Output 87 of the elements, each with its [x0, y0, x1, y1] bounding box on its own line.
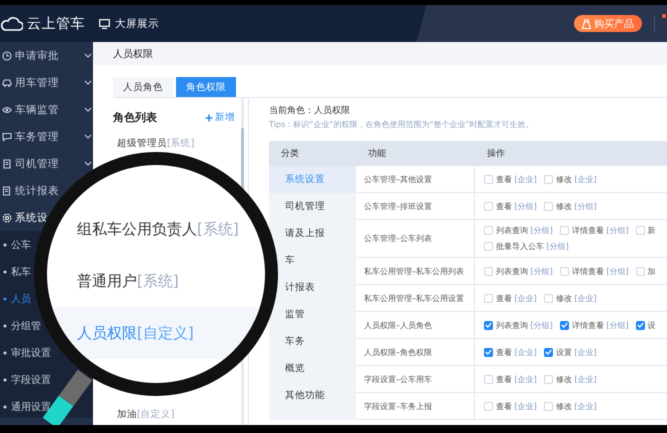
permission-label: 加 — [648, 266, 656, 276]
table-cell: 人员权限–角色权限 — [356, 339, 475, 365]
table-cell: 私车公用管理–私车公用设置 — [356, 285, 475, 311]
current-role: 当前角色：人员权限 — [269, 104, 351, 117]
dot-icon — [3, 350, 7, 354]
permission-label: 详情查看 [分组] — [572, 266, 629, 276]
sidebar-item[interactable]: 申请审批 — [0, 44, 92, 66]
bag-icon — [582, 18, 591, 28]
checkbox[interactable] — [484, 348, 493, 356]
column-header: 功能 — [367, 148, 387, 161]
checkbox[interactable] — [560, 320, 569, 330]
column-header: 操作 — [486, 148, 506, 161]
permission-label: 查看 [企业] — [496, 292, 537, 304]
sidebar-item[interactable]: 车辆监管 — [0, 98, 92, 120]
document-icon — [2, 186, 12, 196]
permission-label: 查看 [企业] — [496, 400, 537, 412]
eye-icon — [2, 104, 12, 114]
add-link[interactable]: 新增 — [205, 111, 235, 124]
role-item[interactable]: 普通用户[系统] — [47, 255, 265, 307]
permission-label: 列表查询 [分组] — [496, 266, 553, 276]
cloud-icon — [1, 16, 23, 32]
chat-icon — [2, 132, 12, 142]
permission-label: 列表查询 [分组] — [496, 320, 553, 330]
permission-label: 设 — [648, 320, 656, 330]
checkbox[interactable] — [544, 348, 553, 356]
table-cell: 人员权限–人员角色 — [356, 312, 475, 338]
permission-label: 修改 [企业] — [556, 374, 597, 384]
checkbox[interactable] — [636, 320, 645, 330]
dot-icon — [3, 378, 7, 382]
table-cell: 字段设置–公车用车 — [356, 366, 475, 392]
permission-label: 修改 [分组] — [556, 200, 597, 212]
permission-label: 新 — [648, 225, 656, 236]
checkbox[interactable] — [484, 320, 493, 330]
check-icon — [544, 349, 552, 355]
car-icon — [2, 78, 12, 88]
table-cell: 公车管理–其他设置 — [356, 166, 475, 192]
permission-label: 查看 [企业] — [496, 174, 537, 184]
permission-label: 修改 [企业] — [556, 174, 597, 184]
permission-label: 详情查看 [分组] — [572, 225, 629, 236]
permission-label: 批量导入公车 [分组] — [496, 241, 569, 252]
caret-icon — [84, 134, 92, 140]
table-cell: 私车公用管理–私车公用列表 — [356, 258, 475, 284]
dot-icon — [3, 296, 7, 300]
caret-icon — [84, 106, 92, 112]
permission-label: 修改 [企业] — [556, 292, 597, 304]
check-icon — [485, 349, 492, 355]
table-cell: 公车管理–排班设置 — [356, 193, 475, 219]
permission-label: 详情查看 [分组] — [572, 320, 629, 330]
sidebar-subitem[interactable]: 公车 — [0, 234, 31, 256]
caret-icon — [84, 160, 92, 166]
dot-icon — [3, 270, 7, 274]
logo-text: 云上管车 — [27, 14, 85, 32]
dot-icon — [3, 324, 7, 328]
permission-label: 修改 [企业] — [556, 400, 597, 412]
check-icon — [636, 322, 644, 328]
panel-title: 角色列表 — [113, 110, 157, 125]
table-cell: 公车管理–公车列表 — [356, 220, 475, 257]
clock-icon — [2, 50, 12, 60]
permission-label: 查看 [分组] — [496, 200, 537, 212]
sidebar-subitem[interactable]: 人员 — [0, 288, 31, 310]
role-item[interactable]: 加油[自定义] — [117, 408, 241, 421]
check-icon — [485, 322, 492, 328]
sidebar-item[interactable]: 车务管理 — [0, 126, 92, 148]
sidebar-subitem[interactable]: 私车 — [0, 260, 31, 282]
check-icon — [560, 322, 568, 328]
plus-icon — [205, 114, 213, 122]
breadcrumb: 人员权限 — [93, 42, 667, 65]
role-item[interactable]: 组私车公用负责人[系统] — [47, 203, 265, 255]
permission-label: 查看 [企业] — [496, 374, 537, 384]
permission-label: 查看 [企业] — [496, 346, 537, 358]
sidebar-subitem[interactable]: 通用设置 — [0, 396, 51, 418]
column-header: 分类 — [280, 148, 300, 161]
role-item[interactable]: 超级管理员[系统] — [117, 137, 241, 150]
caret-icon — [84, 80, 92, 86]
notification-dot — [662, 14, 666, 18]
permission-label: 设置 [企业] — [556, 346, 597, 358]
tab[interactable]: 人员角色 — [113, 77, 173, 97]
table-cell: 字段设置–车务上报 — [356, 393, 475, 419]
caret-icon — [84, 52, 92, 58]
screen-link[interactable]: 大屏展示 — [115, 16, 159, 30]
document-icon — [2, 158, 12, 168]
sidebar-item[interactable]: 用车管理 — [0, 72, 92, 94]
tips-text: Tips：标识“企业”的权限，在角色使用范围为“整个企业”时配置才可生效。 — [269, 119, 535, 130]
dot-icon — [3, 242, 7, 246]
dot-icon — [3, 404, 7, 408]
monitor-icon — [99, 18, 110, 28]
permission-label: 列表查询 [分组] — [496, 225, 553, 236]
